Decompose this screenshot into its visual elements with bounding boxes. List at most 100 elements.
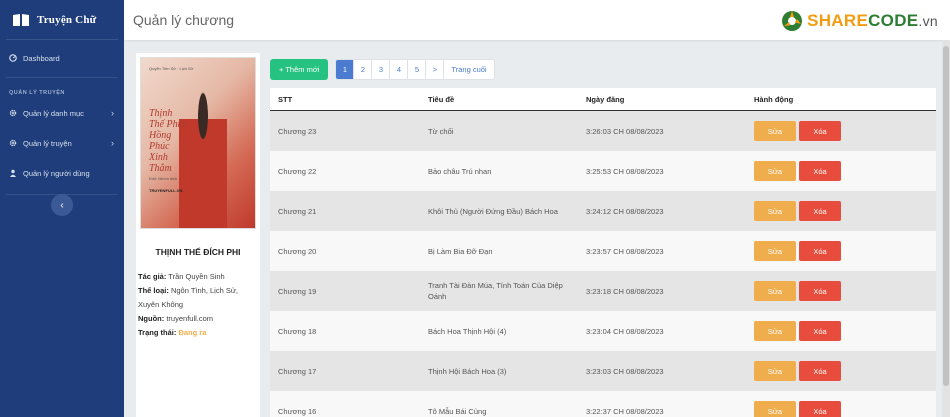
top-header: Quản lý chương SHARECODE.vn (124, 0, 950, 40)
chapter-date: 3:23:57 CH 08/08/2023 (586, 246, 664, 256)
table-row: Chương 20 Bị Làm Bia Đỡ Đạn 3:23:57 CH 08/… (270, 231, 936, 271)
chapter-number: Chương 17 (278, 366, 317, 376)
sidebar-item-dashboard[interactable]: Dashboard (0, 43, 124, 73)
gear-icon (9, 109, 17, 117)
cover-title: Thịnh Thế Phúc Hồng Phúc Xinh Thắm (149, 108, 188, 174)
page-scrollbar[interactable] (942, 40, 950, 417)
brand-name: Truyện Chữ (37, 13, 97, 26)
delete-button[interactable]: Xóa (799, 361, 841, 381)
column-header-title: Tiêu đề (428, 94, 455, 104)
chapter-number: Chương 16 (278, 406, 317, 416)
row-actions: Sửa Xóa (754, 161, 936, 181)
sidebar-item-users[interactable]: Quản lý người dùng (0, 158, 124, 188)
status-badge: Đang ra (178, 328, 207, 337)
user-icon (10, 169, 16, 177)
brand[interactable]: Truyện Chữ (6, 0, 118, 40)
gear-icon (9, 139, 17, 147)
chapter-number: Chương 18 (278, 326, 317, 336)
page-link-3[interactable]: 3 (372, 60, 391, 79)
sharecode-logo-icon (782, 11, 803, 31)
edit-button[interactable]: Sửa (754, 241, 796, 261)
chapter-date: 3:23:03 CH 08/08/2023 (586, 366, 664, 376)
table-row: Chương 23 Từ chối 3:26:03 CH 08/08/2023 Sửa… (270, 111, 936, 151)
edit-button[interactable]: Sửa (754, 361, 796, 381)
chapter-number: Chương 21 (278, 206, 317, 216)
table-body: Chương 23 Từ chối 3:26:03 CH 08/08/2023 Sửa… (270, 111, 936, 417)
chapter-number: Chương 22 (278, 166, 317, 176)
book-author: Tác giả: Trần Quyền Sinh (138, 272, 225, 281)
chapter-title: Thịnh Hội Bách Hoa (3) (428, 366, 507, 376)
delete-button[interactable]: Xóa (799, 161, 841, 181)
chapter-title: Tô Mẫu Bái Cùng (428, 406, 487, 416)
edit-button[interactable]: Sửa (754, 201, 796, 221)
chapter-date: 3:26:03 CH 08/08/2023 (586, 126, 664, 136)
edit-button[interactable]: Sửa (754, 161, 796, 181)
chapter-date: 3:24:12 CH 08/08/2023 (586, 206, 664, 216)
row-actions: Sửa Xóa (754, 281, 936, 301)
scrollbar-thumb[interactable] (943, 46, 949, 386)
chapter-title: Từ chối (428, 126, 454, 136)
row-actions: Sửa Xóa (754, 241, 936, 261)
sidebar-item-label: Quản lý người dùng (23, 168, 90, 178)
page-title: Quản lý chương (133, 12, 235, 28)
chapter-title: Bách Hoa Thịnh Hội (4) (428, 326, 507, 336)
sidebar-item-categories[interactable]: Quản lý danh mục › (0, 98, 124, 128)
book-cover-image: Quyển Tiên Sử · Lịch Sử Thịnh Thế Phúc H… (140, 57, 256, 229)
book-title: THỊNH THẾ ĐÍCH PHI (155, 247, 241, 257)
sidebar-item-label: Quản lý danh mục (23, 108, 84, 118)
edit-button[interactable]: Sửa (754, 321, 796, 341)
page-link-2[interactable]: 2 (354, 60, 373, 79)
column-header-stt: STT (278, 94, 293, 104)
column-header-actions: Hành động (754, 94, 794, 104)
table-row: Chương 17 Thịnh Hội Bách Hoa (3) 3:23:03 C… (270, 351, 936, 391)
last-page-link[interactable]: Trang cuối (444, 60, 493, 79)
logo-text: SHARECODE.vn (807, 11, 938, 30)
next-page-link[interactable]: > (426, 60, 445, 79)
book-source: Nguồn: truyenfull.com (138, 314, 214, 323)
delete-button[interactable]: Xóa (799, 121, 841, 141)
sidebar-section-title: QUẢN LÝ TRUYỆN (6, 77, 118, 98)
chevron-left-icon: ‹ (60, 199, 64, 211)
edit-button[interactable]: Sửa (754, 121, 796, 141)
edit-button[interactable]: Sửa (754, 401, 796, 417)
chapter-number: Chương 19 (278, 286, 317, 296)
chapter-title: Khôi Thủ (Người Đứng Đầu) Bách Hoa (428, 206, 558, 216)
delete-button[interactable]: Xóa (799, 321, 841, 341)
book-info-card: Quyển Tiên Sử · Lịch Sử Thịnh Thế Phúc H… (136, 53, 260, 417)
table-header: STT Tiêu đề Ngày đăng Hành động (270, 88, 936, 111)
row-actions: Sửa Xóa (754, 121, 936, 141)
sharecode-logo[interactable]: SHARECODE.vn (781, 10, 938, 32)
pagination: 1 2 3 4 5 > Trang cuối (335, 59, 495, 80)
chapters-table: STT Tiêu đề Ngày đăng Hành động Chương 2… (270, 88, 936, 417)
chapter-date: 3:23:18 CH 08/08/2023 (586, 286, 664, 296)
sidebar-collapse-button[interactable]: ‹ (51, 194, 73, 216)
book-status: Trạng thái: Đang ra (138, 328, 207, 337)
delete-button[interactable]: Xóa (799, 201, 841, 221)
table-row: Chương 19 Tranh Tài Đàn Múa, Tính Toán Củ… (270, 271, 936, 311)
table-row: Chương 18 Bách Hoa Thịnh Hội (4) 3:23:04 C… (270, 311, 936, 351)
book-icon (13, 13, 29, 26)
delete-button[interactable]: Xóa (799, 241, 841, 261)
chapter-number: Chương 23 (278, 126, 317, 136)
row-actions: Sửa Xóa (754, 201, 936, 221)
chapter-title: Tranh Tài Đàn Múa, Tính Toán Của Diệp Oá… (428, 281, 563, 301)
edit-button[interactable]: Sửa (754, 281, 796, 301)
sidebar-item-stories[interactable]: Quản lý truyện › (0, 128, 124, 158)
row-actions: Sửa Xóa (754, 321, 936, 341)
delete-button[interactable]: Xóa (799, 401, 841, 417)
chevron-right-icon: › (111, 138, 114, 148)
page-link-4[interactable]: 4 (390, 60, 409, 79)
delete-button[interactable]: Xóa (799, 281, 841, 301)
table-row: Chương 21 Khôi Thủ (Người Đứng Đầu) Bách … (270, 191, 936, 231)
book-genre: Thể loại: Ngôn Tình, Lịch Sử, Xuyên Khôn… (138, 286, 238, 309)
page-link-1[interactable]: 1 (336, 60, 355, 79)
row-actions: Sửa Xóa (754, 361, 936, 381)
page-link-5[interactable]: 5 (408, 60, 427, 79)
chevron-right-icon: › (111, 108, 114, 118)
dashboard-icon (9, 54, 17, 62)
column-header-date: Ngày đăng (586, 94, 625, 104)
add-chapter-button[interactable]: + Thêm mới (270, 59, 329, 80)
sidebar: Truyện Chữ Dashboard QUẢN LÝ TRUYỆN Quản… (0, 0, 124, 417)
table-row: Chương 16 Tô Mẫu Bái Cùng 3:22:37 CH 08/08… (270, 391, 936, 417)
main-content: Quyển Tiên Sử · Lịch Sử Thịnh Thế Phúc H… (124, 40, 950, 417)
